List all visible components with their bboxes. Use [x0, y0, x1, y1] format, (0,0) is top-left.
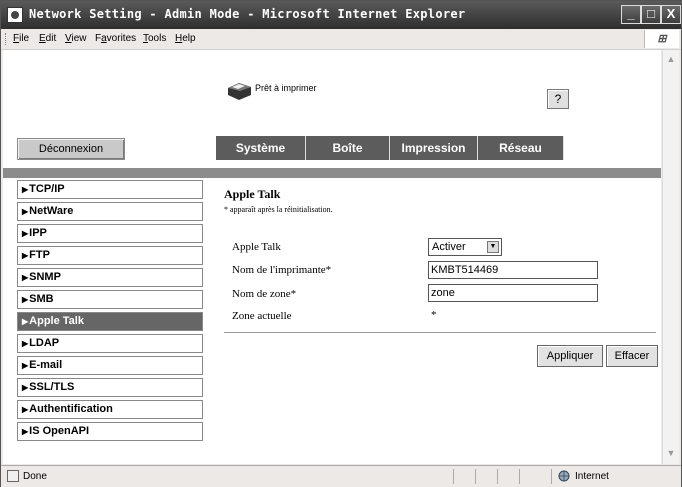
sidebar-item-smb[interactable]: ▶SMB [17, 290, 203, 309]
scroll-down-icon[interactable]: ▼ [664, 446, 678, 460]
arrow-icon: ▶ [22, 339, 29, 348]
arrow-icon: ▶ [22, 361, 29, 370]
sidebar-item-ftp[interactable]: ▶FTP [17, 246, 203, 265]
sidebar-item-ssl-tls[interactable]: ▶SSL/TLS [17, 378, 203, 397]
logout-button[interactable]: Déconnexion [17, 138, 125, 160]
status-text: Done [23, 471, 47, 482]
sidebar-item-ipp[interactable]: ▶IPP [17, 224, 203, 243]
scroll-up-icon[interactable]: ▲ [664, 52, 678, 66]
maximize-button[interactable]: □ [641, 5, 661, 24]
help-button[interactable]: ? [547, 89, 569, 109]
page-done-icon [7, 470, 19, 482]
zone-name-label: Nom de zone* [232, 288, 297, 300]
minimize-button[interactable]: _ [621, 5, 641, 24]
window-title: Network Setting - Admin Mode - Microsoft… [29, 7, 466, 21]
current-zone-label: Zone actuelle [232, 310, 292, 322]
close-button[interactable]: X [661, 5, 681, 24]
arrow-icon: ▶ [22, 383, 29, 392]
tab-impression[interactable]: Impression [390, 136, 478, 160]
status-separator [475, 469, 476, 484]
appletalk-select[interactable]: Activer ▼ [428, 238, 502, 256]
status-separator [519, 469, 520, 484]
menu-edit[interactable]: Edit [39, 33, 56, 44]
arrow-icon: ▶ [22, 273, 29, 282]
menu-favorites[interactable]: Favorites [95, 33, 136, 44]
arrow-icon: ▶ [22, 185, 29, 194]
status-separator [551, 469, 552, 484]
arrow-icon: ▶ [22, 405, 29, 414]
windows-logo-icon: ⊞ [644, 30, 679, 48]
sidebar: ▶TCP/IP ▶NetWare ▶IPP ▶FTP ▶SNMP ▶SMB ▶A… [17, 180, 203, 444]
header-divider-band [3, 168, 661, 178]
ie-app-icon [7, 7, 23, 23]
zone-name-input[interactable]: zone [428, 284, 598, 302]
status-bar: Done Internet [1, 465, 681, 487]
tab-systeme[interactable]: Système [216, 136, 306, 160]
vertical-scrollbar[interactable]: ▲ ▼ [662, 50, 679, 464]
sidebar-item-ldap[interactable]: ▶LDAP [17, 334, 203, 353]
status-separator [497, 469, 498, 484]
page-content: Prêt à imprimer ? Déconnexion Système Bo… [3, 50, 661, 464]
toolbar-grip [5, 33, 9, 45]
sidebar-item-netware[interactable]: ▶NetWare [17, 202, 203, 221]
menu-view[interactable]: View [65, 33, 87, 44]
arrow-icon: ▶ [22, 295, 29, 304]
apply-button[interactable]: Appliquer [537, 345, 603, 367]
status-separator [453, 469, 454, 484]
arrow-icon: ▶ [22, 207, 29, 216]
appletalk-select-value: Activer [432, 241, 466, 253]
reset-note: * apparaît après la réinitialisation. [224, 205, 333, 214]
current-zone-value: * [431, 309, 437, 321]
menu-bar: File Edit View Favorites Tools Help ⊞ [1, 29, 681, 50]
appletalk-label: Apple Talk [232, 241, 281, 253]
page-title: Apple Talk [224, 187, 281, 201]
tab-boite[interactable]: Boîte [306, 136, 390, 160]
printer-icon [228, 83, 251, 100]
internet-zone-icon [558, 470, 570, 482]
printer-status-text: Prêt à imprimer [255, 83, 317, 93]
sidebar-item-apple-talk[interactable]: ▶Apple Talk [17, 312, 203, 331]
title-bar: Network Setting - Admin Mode - Microsoft… [1, 1, 681, 29]
arrow-icon: ▶ [22, 251, 29, 260]
zone-text: Internet [575, 471, 609, 482]
sidebar-item-email[interactable]: ▶E-mail [17, 356, 203, 375]
divider [224, 332, 656, 333]
browser-window: Network Setting - Admin Mode - Microsoft… [0, 0, 682, 487]
sidebar-item-tcpip[interactable]: ▶TCP/IP [17, 180, 203, 199]
arrow-icon: ▶ [22, 427, 29, 436]
sidebar-item-is-openapi[interactable]: ▶IS OpenAPI [17, 422, 203, 441]
sidebar-item-authentification[interactable]: ▶Authentification [17, 400, 203, 419]
menu-file[interactable]: File [13, 33, 29, 44]
arrow-icon: ▶ [22, 229, 29, 238]
clear-button[interactable]: Effacer [606, 345, 658, 367]
tab-reseau[interactable]: Réseau [478, 136, 564, 160]
printer-name-input[interactable]: KMBT514469 [428, 261, 598, 279]
printer-name-label: Nom de l'imprimante* [232, 264, 332, 276]
menu-tools[interactable]: Tools [143, 33, 166, 44]
chevron-down-icon[interactable]: ▼ [487, 241, 499, 253]
arrow-icon: ▶ [22, 317, 29, 326]
menu-help[interactable]: Help [175, 33, 196, 44]
sidebar-item-snmp[interactable]: ▶SNMP [17, 268, 203, 287]
